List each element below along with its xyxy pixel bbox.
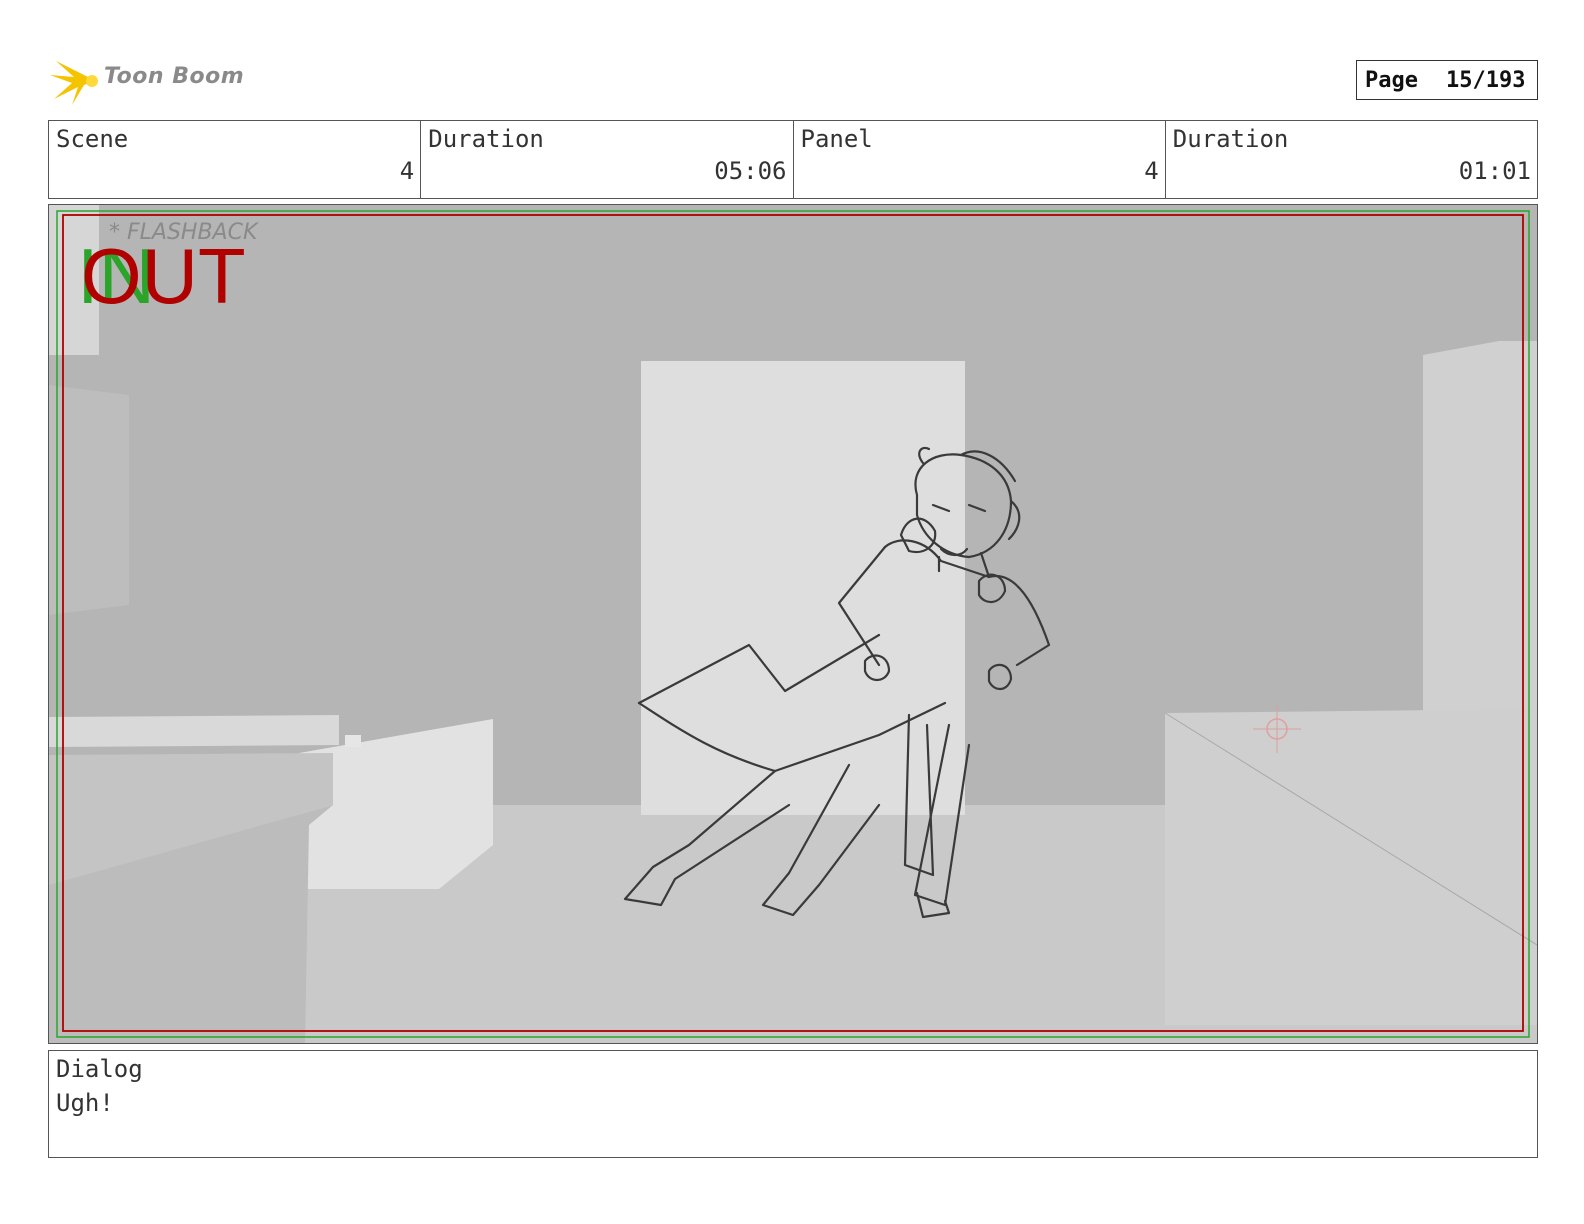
panel-info-header: Scene 4 Duration 05:06 Panel 4 Duration … bbox=[48, 120, 1538, 199]
storyboard-panel-image: * FLASHBACK IN OUT bbox=[48, 204, 1538, 1044]
dialog-text: Ugh! bbox=[56, 1089, 114, 1117]
panel-drawing: * FLASHBACK IN OUT bbox=[49, 205, 1537, 1043]
page-number: 15/193 bbox=[1445, 67, 1526, 93]
scene-value: 4 bbox=[399, 157, 415, 185]
panel-cell: Panel 4 bbox=[794, 121, 1166, 198]
scene-cell: Scene 4 bbox=[49, 121, 422, 198]
panel-duration-label: Duration bbox=[1172, 125, 1289, 153]
out-marker: OUT bbox=[81, 232, 246, 320]
panel-duration-cell: Duration 01:01 bbox=[1166, 121, 1537, 198]
panel-value: 4 bbox=[1144, 157, 1159, 185]
scene-label: Scene bbox=[56, 125, 129, 153]
starburst-icon bbox=[50, 61, 98, 105]
page-indicator: Page 15/193 bbox=[1356, 60, 1538, 100]
scene-duration-label: Duration bbox=[428, 125, 544, 153]
brand-name: Toon Boom bbox=[104, 64, 245, 89]
panel-label: Panel bbox=[800, 125, 873, 153]
scene-duration-cell: Duration 05:06 bbox=[421, 121, 794, 198]
dialog-label: Dialog bbox=[56, 1055, 143, 1083]
dialog-box: Dialog Ugh! bbox=[48, 1050, 1538, 1158]
panel-duration-value: 01:01 bbox=[1458, 157, 1531, 185]
toon-boom-logo: Toon Boom bbox=[50, 55, 250, 107]
scene-duration-value: 05:06 bbox=[714, 157, 787, 185]
page-label: Page bbox=[1365, 67, 1418, 93]
